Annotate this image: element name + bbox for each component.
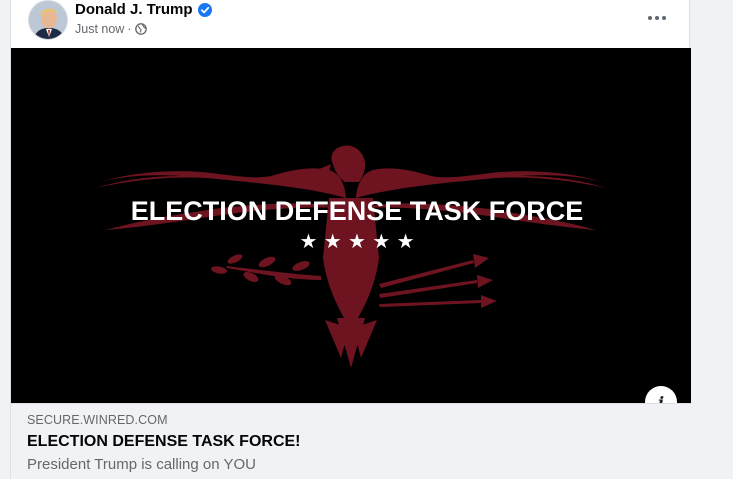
post-image[interactable]: ELECTION DEFENSE TASK FORCE ★ ★ ★ ★ ★ (11, 48, 691, 403)
author-name-text[interactable]: Donald J. Trump (75, 1, 193, 18)
link-domain: SECURE.WINRED.COM (27, 413, 168, 427)
link-preview-card[interactable]: SECURE.WINRED.COM ELECTION DEFENSE TASK … (11, 403, 691, 479)
link-description: President Trump is calling on YOU (27, 456, 256, 473)
image-headline: ELECTION DEFENSE TASK FORCE (131, 196, 584, 226)
more-options-dot (648, 16, 652, 20)
link-title[interactable]: ELECTION DEFENSE TASK FORCE! (27, 433, 301, 451)
more-options-dot (662, 16, 666, 20)
post-meta: Just now · (75, 22, 147, 36)
globe-icon[interactable] (134, 23, 147, 35)
image-stars: ★ ★ ★ ★ ★ (299, 229, 414, 253)
more-options-button[interactable] (641, 4, 673, 32)
verified-badge-icon (197, 2, 212, 17)
post-header: Donald J. Trump Just now · (11, 0, 691, 48)
author-avatar[interactable] (28, 0, 68, 40)
meta-separator: · (127, 22, 132, 36)
author-name[interactable]: Donald J. Trump (75, 1, 212, 18)
post-timestamp[interactable]: Just now (75, 22, 124, 36)
more-options-dot (655, 16, 659, 20)
feed-post: Donald J. Trump Just now · ELECTION DEFE… (10, 0, 691, 479)
avatar-portrait (29, 1, 67, 39)
eagle-emblem: ELECTION DEFENSE TASK FORCE ★ ★ ★ ★ ★ (11, 48, 691, 403)
